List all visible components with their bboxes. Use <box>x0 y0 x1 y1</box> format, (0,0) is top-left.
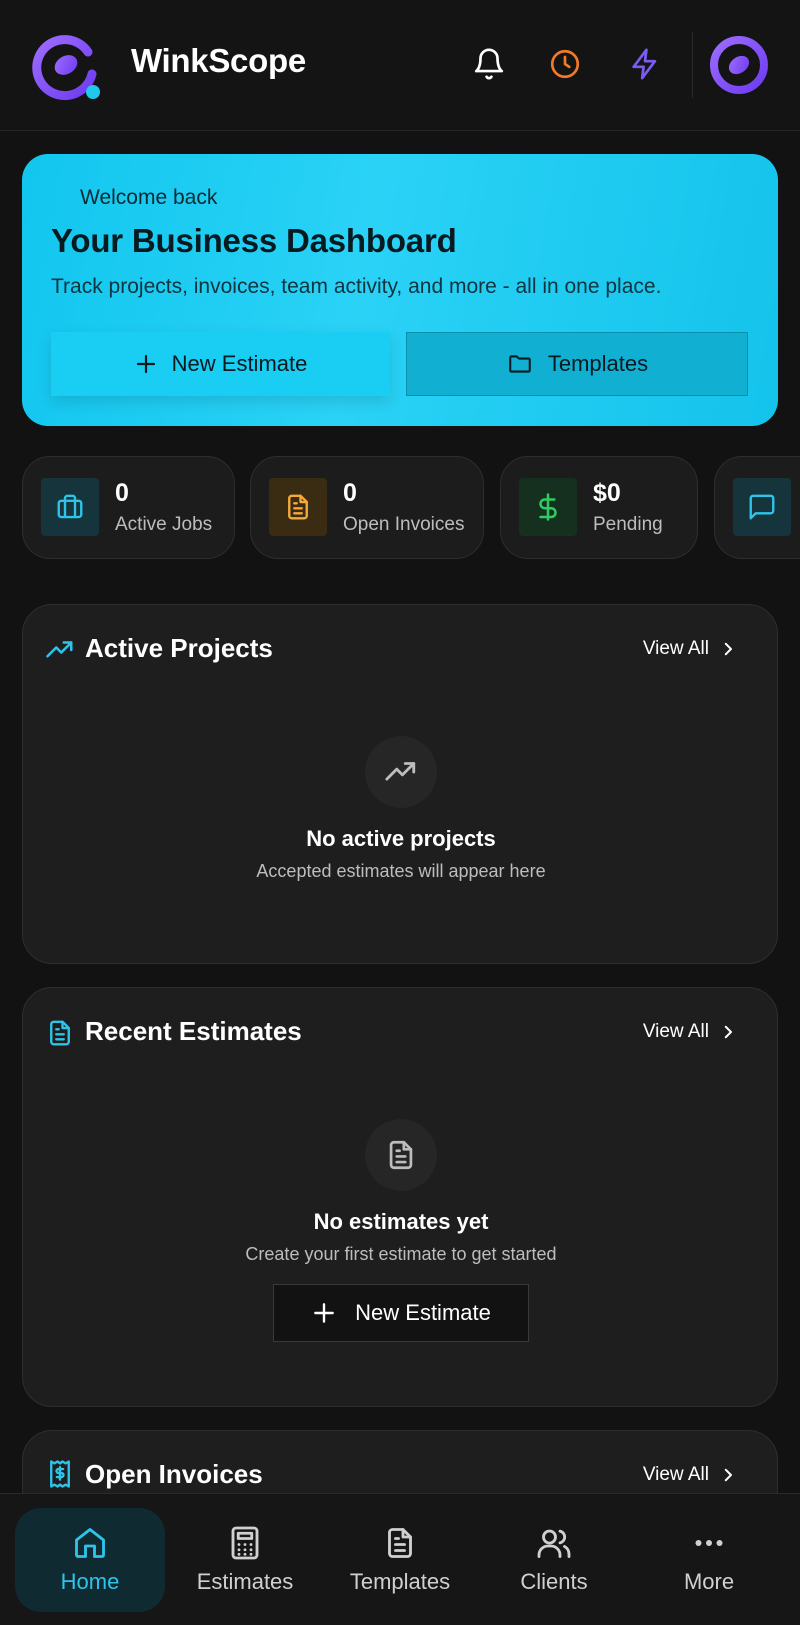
new-estimate-button[interactable]: New Estimate <box>51 332 390 396</box>
stat-label: Open Invoices <box>343 514 465 535</box>
stat-value: 0 <box>343 479 357 507</box>
app-header: WinkScope <box>0 0 800 131</box>
view-all-label: View All <box>642 1464 709 1485</box>
nav-label: Estimates <box>196 1569 294 1594</box>
dollar-icon <box>519 478 577 536</box>
chevron-right-icon <box>719 1466 737 1484</box>
document-icon <box>45 1018 75 1048</box>
empty-state-title: No active projects <box>306 826 496 851</box>
calculator-icon <box>227 1525 263 1561</box>
header-divider <box>692 32 693 98</box>
receipt-icon <box>45 1459 75 1489</box>
card-title: Recent Estimates <box>85 1016 302 1046</box>
card-title: Active Projects <box>85 633 273 663</box>
new-estimate-button[interactable]: New Estimate <box>273 1284 529 1342</box>
nav-item-clients[interactable]: Clients <box>479 1508 629 1612</box>
stat-messages[interactable] <box>714 456 800 559</box>
app-logo-icon[interactable] <box>30 30 104 104</box>
view-all-link[interactable]: View All <box>643 638 737 660</box>
stat-label: Active Jobs <box>115 514 213 535</box>
briefcase-icon <box>41 478 99 536</box>
empty-state-subtitle: Create your first estimate to get starte… <box>245 1244 557 1264</box>
welcome-banner: Welcome back Your Business Dashboard Tra… <box>22 154 778 426</box>
stat-open-invoices[interactable]: 0 Open Invoices <box>250 456 484 559</box>
bell-icon[interactable] <box>472 47 506 81</box>
stat-value: $0 <box>593 479 621 507</box>
empty-state-title: No estimates yet <box>313 1209 489 1234</box>
view-all-link[interactable]: View All <box>643 1021 737 1043</box>
bottom-navigation: Home Estimates Templates Clients More <box>0 1493 800 1625</box>
recent-estimates-card: Recent Estimates View All No estimates y… <box>22 987 778 1407</box>
chat-icon <box>733 478 791 536</box>
welcome-eyebrow: Welcome back <box>80 186 218 209</box>
view-all-link[interactable]: View All <box>643 1464 737 1486</box>
stat-pending[interactable]: $0 Pending <box>500 456 698 559</box>
avatar[interactable] <box>708 34 770 96</box>
dashboard-title: Your Business Dashboard <box>51 222 457 259</box>
nav-label: Home <box>60 1569 120 1594</box>
home-icon <box>72 1525 108 1561</box>
empty-state-subtitle: Accepted estimates will appear here <box>256 861 546 881</box>
document-icon <box>365 1119 437 1191</box>
view-all-label: View All <box>642 1021 709 1042</box>
nav-item-more[interactable]: More <box>634 1508 784 1612</box>
trending-up-icon <box>45 635 75 665</box>
document-icon <box>269 478 327 536</box>
trending-up-icon <box>365 736 437 808</box>
users-icon <box>536 1525 572 1561</box>
templates-label: Templates <box>547 351 649 376</box>
chevron-right-icon <box>719 640 737 658</box>
nav-item-templates[interactable]: Templates <box>325 1508 475 1612</box>
dashboard-subtitle: Track projects, invoices, team activity,… <box>51 275 662 298</box>
nav-label: Clients <box>520 1569 588 1594</box>
app-title: WinkScope <box>131 42 306 79</box>
chevron-right-icon <box>719 1023 737 1041</box>
plus-icon <box>134 352 158 376</box>
nav-item-home[interactable]: Home <box>15 1508 165 1612</box>
document-icon <box>382 1525 418 1561</box>
nav-item-estimates[interactable]: Estimates <box>170 1508 320 1612</box>
stat-value: 0 <box>115 479 129 507</box>
plus-icon <box>311 1300 337 1326</box>
folder-icon <box>506 351 534 377</box>
active-projects-card: Active Projects View All No active proje… <box>22 604 778 964</box>
card-title: Open Invoices <box>85 1459 263 1489</box>
templates-button[interactable]: Templates <box>406 332 748 396</box>
new-estimate-label: New Estimate <box>355 1300 491 1325</box>
stat-label: Pending <box>593 514 663 535</box>
lightning-icon[interactable] <box>628 47 662 81</box>
clock-icon[interactable] <box>548 47 582 81</box>
more-icon <box>691 1525 727 1561</box>
stat-active-jobs[interactable]: 0 Active Jobs <box>22 456 235 559</box>
new-estimate-label: New Estimate <box>171 351 308 376</box>
view-all-label: View All <box>642 638 709 659</box>
nav-label: More <box>683 1569 735 1594</box>
nav-label: Templates <box>349 1569 451 1594</box>
